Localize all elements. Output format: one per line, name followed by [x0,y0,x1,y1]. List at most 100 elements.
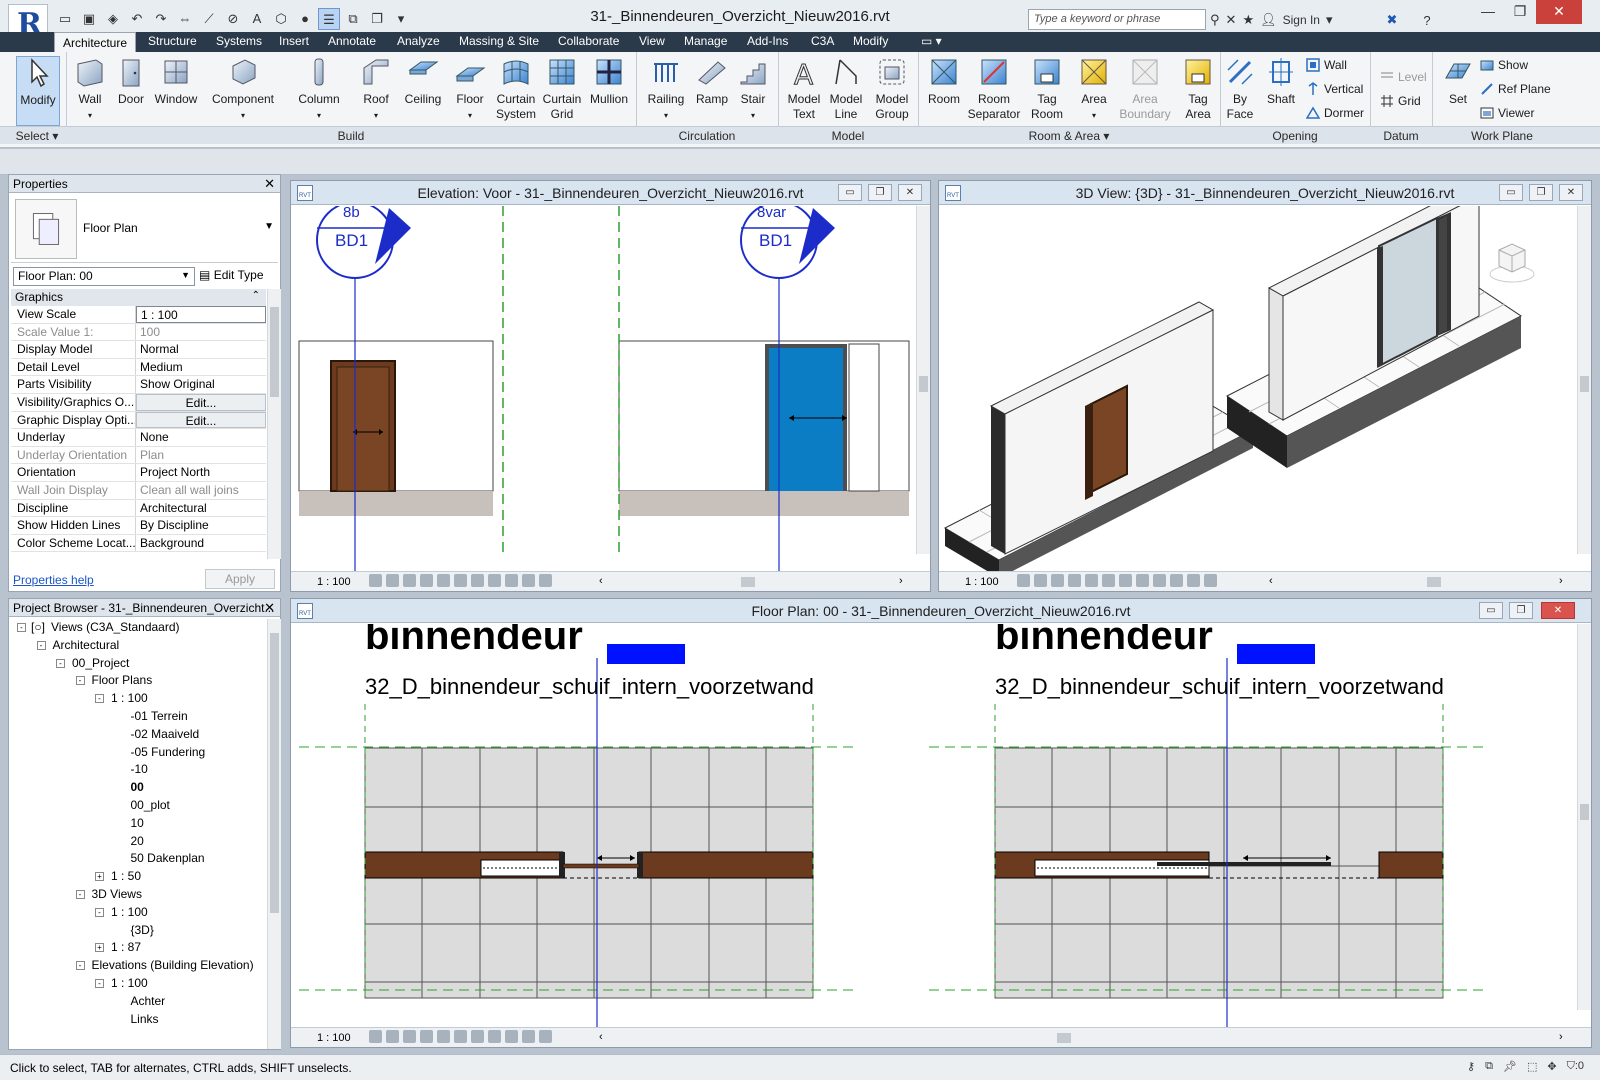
property-row[interactable]: Color Scheme Locat... Background [11,534,266,553]
property-row[interactable]: Orientation Project North [11,464,266,482]
close-hidden-icon[interactable]: ⧉ [342,8,364,30]
minimize-icon[interactable]: — [1472,0,1504,24]
maximize-view-icon[interactable]: ❐ [1529,184,1553,201]
close-icon[interactable]: ✕ [264,600,275,616]
maximize-view-icon[interactable]: ❐ [868,184,892,201]
view-scale[interactable]: 1 : 100 [965,576,999,588]
text-icon[interactable]: A [246,8,268,30]
sign-in-button[interactable]: Sign In [1283,13,1320,27]
tree-node[interactable]: Achter [9,993,267,1011]
vertical-opening-button[interactable]: Vertical [1306,82,1363,96]
graphics-group-header[interactable]: Graphics ⌃ [11,289,266,306]
scroll-left-icon[interactable]: ‹ [599,575,603,587]
tree-node[interactable]: {3D} [9,922,267,940]
tag-area-button[interactable]: Tag Area [1178,56,1218,122]
section-icon[interactable]: ● [294,8,316,30]
model-text-button[interactable]: A Model Text [784,56,824,122]
property-value[interactable]: Medium [136,359,266,376]
room-separator-button[interactable]: Room Separator [966,56,1022,122]
reveal-hidden-icon[interactable] [505,574,518,587]
expand-icon[interactable]: + [95,943,104,953]
tab-architecture[interactable]: Architecture [54,32,137,53]
set-work-plane-button[interactable]: Set [1440,56,1476,107]
open-icon[interactable]: ▭ [54,8,76,30]
collapse-icon[interactable]: - [17,623,26,632]
crop-view-icon[interactable] [437,574,450,587]
close-view-icon[interactable]: ✕ [1541,602,1575,619]
elevation-canvas[interactable]: 8b BD1 8var BD1 [291,206,930,571]
property-row[interactable]: Parts Visibility Show Original [11,376,266,394]
property-value[interactable]: 100 [136,324,266,341]
tree-node[interactable]: +1 : 87 [9,939,267,957]
sync-icon[interactable]: ◈ [102,8,124,30]
tab-structure[interactable]: Structure [148,34,197,48]
grid-button[interactable]: Grid [1380,94,1421,108]
visual-style-icon[interactable] [386,1030,399,1043]
property-row[interactable]: Visibility/Graphics O... Edit... [11,393,266,412]
tab-annotate[interactable]: Annotate [328,34,376,48]
sun-path-icon[interactable] [1051,574,1064,587]
instance-filter-select[interactable]: Floor Plan: 00 ▼ [13,267,195,286]
tree-node[interactable]: +1 : 50 [9,868,267,886]
show-crop-icon[interactable] [454,1030,467,1043]
render-icon[interactable] [1085,574,1098,587]
tab-massing-site[interactable]: Massing & Site [459,34,539,48]
properties-scrollbar[interactable] [267,289,281,559]
filter-icon[interactable]: ⛉:0 [1567,1060,1584,1073]
customize-qat-icon[interactable]: ▾ [390,8,412,30]
roof-button[interactable]: Roof ▾ [356,56,396,123]
tab-c3a[interactable]: C3A [811,34,834,48]
detail-level-icon[interactable] [369,1030,382,1043]
floor-button[interactable]: Floor ▾ [450,56,490,123]
property-value[interactable]: Plan [136,447,266,464]
switch-windows-icon[interactable]: ❐ [366,8,388,30]
lock-view-icon[interactable] [471,1030,484,1043]
scroll-right-icon[interactable]: › [1559,1031,1563,1043]
search-input[interactable]: Type a keyword or phrase [1028,9,1206,30]
browser-scrollbar[interactable] [267,619,281,1049]
tab-insert[interactable]: Insert [279,34,309,48]
3d-canvas[interactable] [939,206,1591,571]
select-links-icon[interactable]: ⚷ [1467,1060,1475,1073]
close-icon[interactable]: ✕ [264,176,275,192]
tree-node[interactable]: 00_plot [9,797,267,815]
plan-vscroll[interactable] [1577,624,1591,1010]
tab-analyze[interactable]: Analyze [397,34,440,48]
property-value[interactable]: Show Original [136,376,266,393]
ramp-button[interactable]: Ramp [694,56,730,107]
select-underlay-icon[interactable]: ⧉ [1485,1060,1493,1073]
select-dropdown[interactable]: Select ▾ [8,129,66,143]
collapse-icon[interactable]: - [95,907,104,917]
property-row[interactable]: Underlay None [11,429,266,447]
panel-toggle-icon[interactable]: ▭ ▾ [921,34,942,48]
tree-node[interactable]: - Architectural [9,637,267,655]
property-row[interactable]: Graphic Display Opti... Edit... [11,411,266,430]
view-scale[interactable]: 1 : 100 [317,1032,351,1044]
viewcube[interactable] [1487,236,1537,289]
3d-vscroll[interactable] [1577,206,1591,554]
property-value[interactable]: 1 : 100 [136,306,266,323]
visual-style-icon[interactable] [386,574,399,587]
dormer-opening-button[interactable]: Dormer [1306,106,1364,120]
tree-node[interactable]: -1 : 100 [9,904,267,922]
detail-level-icon[interactable] [369,574,382,587]
floor-plan-canvas[interactable]: binnendeur 32_D_binnendeur_schuif_intern… [291,624,1591,1027]
collapse-icon[interactable]: - [95,978,104,988]
room-area-panel-label[interactable]: Room & Area ▾ [918,129,1220,143]
close-view-icon[interactable]: ✕ [898,184,922,201]
collapse-icon[interactable]: - [36,640,46,650]
property-value[interactable]: Normal [136,341,266,358]
component-button[interactable]: Component ▾ [208,56,278,123]
collapse-icon[interactable]: - [95,694,104,704]
tab-modify[interactable]: Modify [853,34,888,48]
expand-icon[interactable]: + [95,872,104,882]
property-row[interactable]: Wall Join Display Clean all wall joins [11,481,266,500]
property-row[interactable]: Discipline Architectural [11,499,266,518]
elevation-vscroll[interactable] [916,206,930,554]
plan-hscroll-thumb[interactable] [1057,1033,1071,1043]
3d-view-window[interactable]: RVT 3D View: {3D} - 31-_Binnendeuren_Ove… [938,180,1592,592]
highlight-icon[interactable] [539,574,552,587]
property-value[interactable]: Project North [136,464,266,481]
model-line-button[interactable]: Model Line [826,56,866,122]
collapse-icon[interactable]: - [75,676,85,686]
